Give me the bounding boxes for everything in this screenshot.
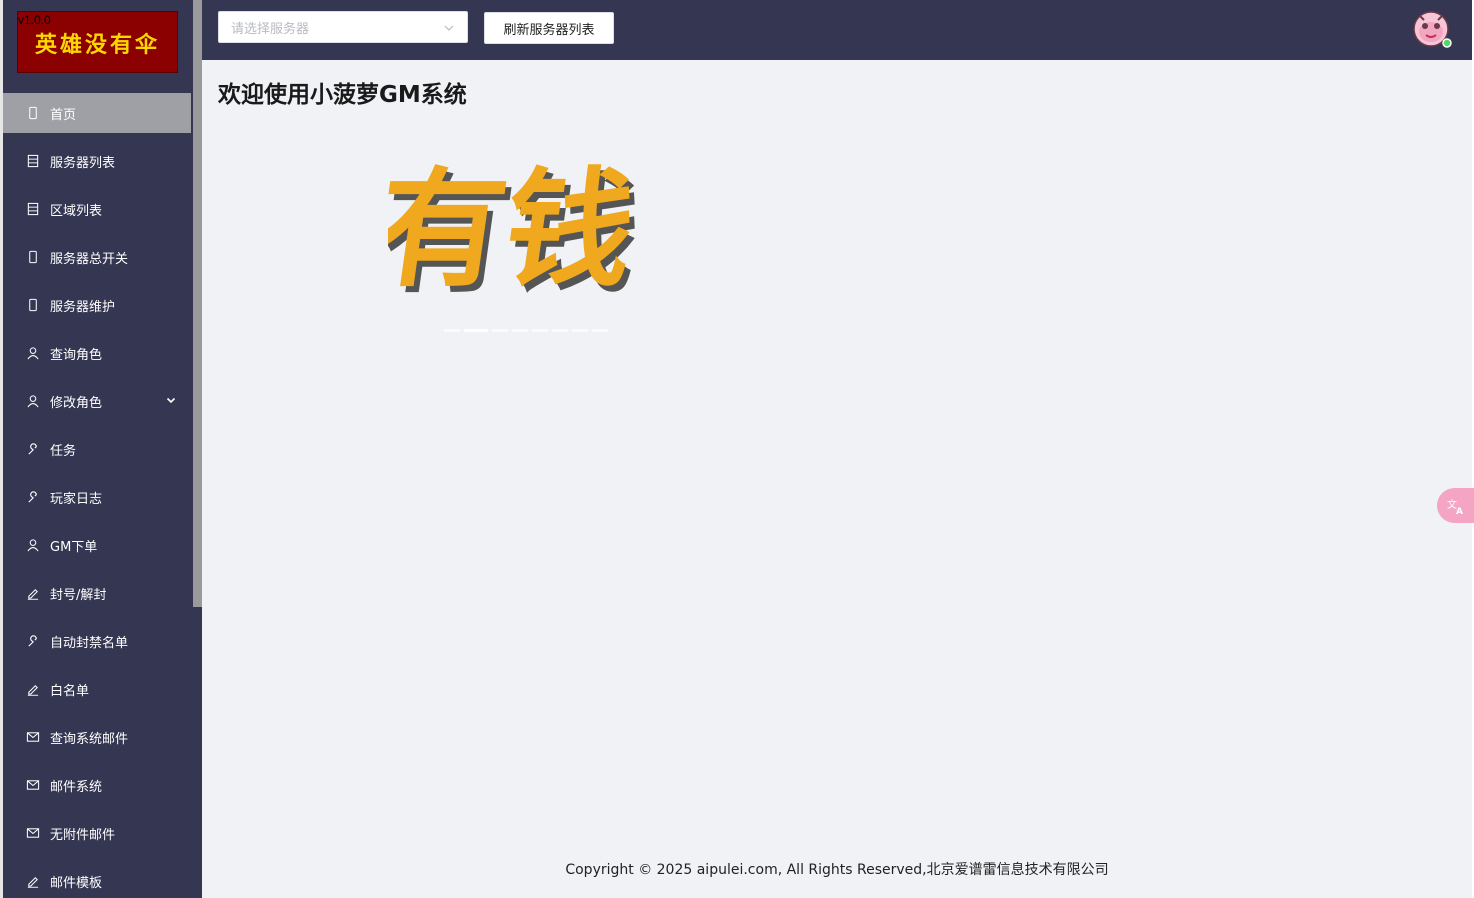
version-label: v1.0.0 xyxy=(18,13,51,27)
sidebar-item[interactable]: 邮件系统 xyxy=(3,765,191,805)
sidebar-item-label: 邮件模板 xyxy=(50,875,103,891)
sidebar-item[interactable]: 区域列表 xyxy=(3,189,191,229)
list-icon xyxy=(25,201,41,217)
banner-text: 有钱 xyxy=(388,155,644,305)
sidebar-item-label: GM下单 xyxy=(50,539,98,555)
user-icon xyxy=(25,345,41,361)
phone-icon xyxy=(25,297,41,313)
top-header: 请选择服务器 刷新服务器列表 xyxy=(202,0,1474,60)
carousel-dot[interactable] xyxy=(444,329,460,332)
sidebar-item-label: 查询角色 xyxy=(50,347,103,363)
sidebar: 英雄没有伞 v1.0.0 首页服务器列表区域列表服务器总开关 服务器维护查询角色修… xyxy=(0,0,202,898)
server-select[interactable]: 请选择服务器 xyxy=(218,11,468,43)
sidebar-item[interactable]: 玩家日志 xyxy=(3,477,191,517)
sidebar-item[interactable]: 封号/解封 xyxy=(3,573,191,613)
svg-text:A: A xyxy=(1456,507,1463,516)
sidebar-edge xyxy=(0,0,3,898)
sidebar-item-label: 邮件系统 xyxy=(50,779,103,795)
translate-icon: 文 A xyxy=(1447,498,1463,516)
mail-icon xyxy=(25,777,41,793)
server-select-placeholder: 请选择服务器 xyxy=(231,21,310,37)
sidebar-item[interactable]: 修改角色 xyxy=(3,381,191,421)
user-icon xyxy=(25,393,41,409)
sidebar-item-label: 首页 xyxy=(50,107,77,123)
list-icon xyxy=(25,153,41,169)
sidebar-item-label: 服务器列表 xyxy=(50,155,116,171)
sidebar-item[interactable]: 服务器维护 xyxy=(3,285,191,325)
sidebar-item[interactable]: 服务器列表 xyxy=(3,141,191,181)
carousel-dot[interactable] xyxy=(592,329,608,332)
sidebar-menu: 首页服务器列表区域列表服务器总开关 服务器维护查询角色修改角色任务玩家日志 GM下单… xyxy=(3,93,191,898)
sidebar-item[interactable]: 任务 xyxy=(3,429,191,469)
sidebar-item-label: 区域列表 xyxy=(50,203,103,219)
phone-icon xyxy=(25,105,41,121)
wrench-icon xyxy=(25,441,41,457)
carousel-dot[interactable] xyxy=(572,329,588,332)
sidebar-item-label: 服务器总开关 xyxy=(50,251,129,267)
banner-image[interactable]: 有钱 有钱 xyxy=(388,140,688,310)
translate-button[interactable]: 文 A xyxy=(1437,488,1474,523)
carousel-indicators xyxy=(444,329,608,332)
mail-icon xyxy=(25,729,41,745)
sidebar-item-label: 无附件邮件 xyxy=(50,827,116,843)
edit-icon xyxy=(25,873,41,889)
carousel-dot[interactable] xyxy=(532,329,548,332)
user-icon xyxy=(25,537,41,553)
logo-text: 英雄没有伞 xyxy=(34,32,160,58)
edit-icon xyxy=(25,681,41,697)
sidebar-item[interactable]: 服务器总开关 xyxy=(3,237,191,277)
wrench-icon xyxy=(25,633,41,649)
sidebar-item-label: 封号/解封 xyxy=(50,587,107,603)
phone-icon xyxy=(25,249,41,265)
sidebar-item[interactable]: 首页 xyxy=(3,93,191,133)
sidebar-item[interactable]: 自动封禁名单 xyxy=(3,621,191,661)
carousel-dot[interactable] xyxy=(492,329,508,332)
sidebar-scrollbar[interactable] xyxy=(193,0,202,607)
mail-icon xyxy=(25,825,41,841)
chevron-down-icon xyxy=(166,397,176,404)
logo: 英雄没有伞 v1.0.0 xyxy=(17,11,179,74)
sidebar-item[interactable]: 查询角色 xyxy=(3,333,191,373)
sidebar-item-label: 查询系统邮件 xyxy=(50,731,129,747)
sidebar-item[interactable]: 白名单 xyxy=(3,669,191,709)
sidebar-item[interactable]: 查询系统邮件 xyxy=(3,717,191,757)
footer-copyright: Copyright © 2025 aipulei.com, All Rights… xyxy=(565,862,1109,878)
main-content: 欢迎使用小菠萝GM系统 有钱 有钱 Copyright © 2025 aipul… xyxy=(202,60,1472,898)
refresh-server-list-button[interactable]: 刷新服务器列表 xyxy=(484,12,614,44)
avatar[interactable] xyxy=(1412,10,1452,48)
wrench-icon xyxy=(25,489,41,505)
sidebar-item[interactable]: GM下单 xyxy=(3,525,191,565)
sidebar-item-label: 玩家日志 xyxy=(50,491,103,507)
page-title: 欢迎使用小菠萝GM系统 xyxy=(218,82,467,108)
sidebar-item-label: 任务 xyxy=(50,443,77,459)
edit-icon xyxy=(25,585,41,601)
carousel-dot[interactable] xyxy=(464,329,488,332)
sidebar-item-label: 修改角色 xyxy=(50,395,103,411)
chevron-down-icon xyxy=(444,25,454,31)
sidebar-item-label: 服务器维护 xyxy=(50,299,116,315)
carousel-dot[interactable] xyxy=(512,329,528,332)
sidebar-item[interactable]: 无附件邮件 xyxy=(3,813,191,853)
sidebar-item-label: 自动封禁名单 xyxy=(50,635,129,651)
sidebar-item[interactable]: 邮件模板 xyxy=(3,861,191,898)
carousel-dot[interactable] xyxy=(552,329,568,332)
sidebar-item-label: 白名单 xyxy=(50,683,90,699)
